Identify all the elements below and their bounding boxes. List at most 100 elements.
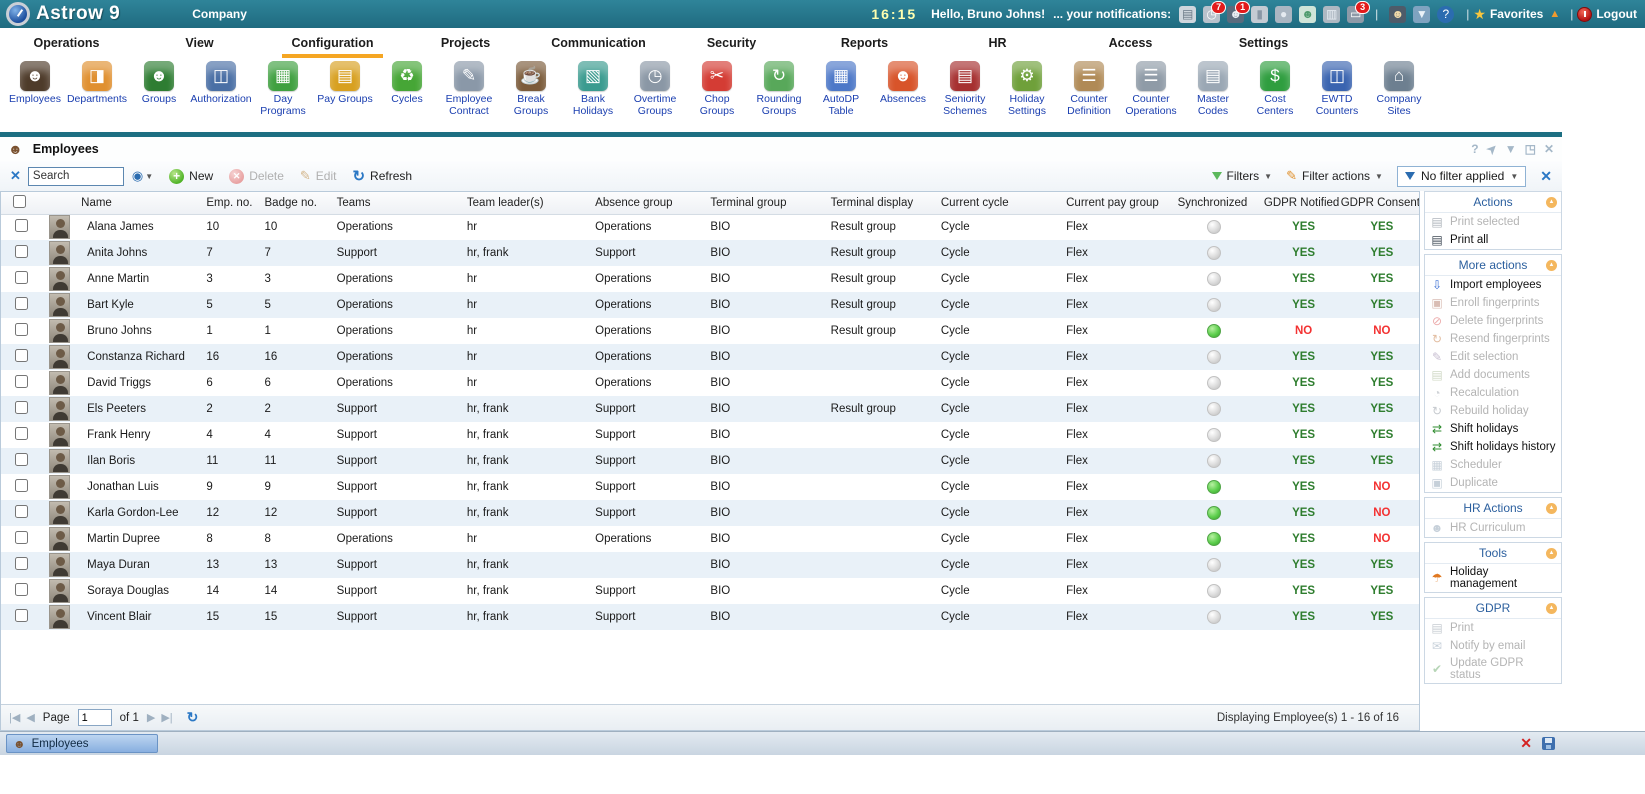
logout-button[interactable]: Logout (1596, 7, 1637, 21)
menu-tab-configuration[interactable]: Configuration (266, 28, 399, 58)
favorites-expand-icon[interactable]: ▲ (1549, 8, 1560, 20)
ribbon-item-cycles[interactable]: ♻Cycles (377, 61, 437, 132)
column-header-emp[interactable]: Emp. no. (202, 192, 260, 214)
sidebar-action-import-employees[interactable]: ⇩Import employees (1425, 276, 1561, 294)
collapse-section-icon[interactable]: ▲ (1546, 603, 1557, 614)
row-checkbox[interactable] (15, 323, 28, 336)
table-row-frank-henry[interactable]: Frank Henry44Supporthr, frankSupportBIOC… (1, 422, 1419, 448)
clock-alert-icon[interactable]: ◷7 (1203, 6, 1220, 23)
column-header-consent[interactable]: GDPR Consent (1341, 192, 1419, 214)
ribbon-item-absences[interactable]: ☻Absences (873, 61, 933, 132)
table-row-ilan-boris[interactable]: Ilan Boris1111Supporthr, frankSupportBIO… (1, 448, 1419, 474)
row-checkbox[interactable] (15, 219, 28, 232)
report-icon[interactable]: ▤ (1179, 6, 1196, 23)
ribbon-item-counter-definition[interactable]: ☰Counter Definition (1059, 61, 1119, 132)
column-header-absence[interactable]: Absence group (591, 192, 706, 214)
clear-filter-icon[interactable]: ✕ (1540, 168, 1552, 185)
filter-actions-button[interactable]: ✎ Filter actions ▼ (1286, 168, 1383, 184)
close-all-icon[interactable]: ✕ (1520, 735, 1532, 752)
ribbon-item-rounding-groups[interactable]: ↻Rounding Groups (749, 61, 809, 132)
table-row-david-triggs[interactable]: David Triggs66OperationshrOperationsBIOC… (1, 370, 1419, 396)
collapse-section-icon[interactable]: ▲ (1546, 260, 1557, 271)
ribbon-item-master-codes[interactable]: ▤Master Codes (1183, 61, 1243, 132)
row-checkbox[interactable] (15, 583, 28, 596)
ribbon-item-groups[interactable]: ☻Groups (129, 61, 189, 132)
ribbon-item-ewtd-counters[interactable]: ◫EWTD Counters (1307, 61, 1367, 132)
table-row-anita-johns[interactable]: Anita Johns77Supporthr, frankSupportBIOR… (1, 240, 1419, 266)
row-checkbox[interactable] (15, 453, 28, 466)
operator-icon[interactable]: ☻ (1389, 6, 1406, 23)
menu-tab-projects[interactable]: Projects (399, 28, 532, 58)
search-scope-icon[interactable]: ◉ (132, 168, 143, 184)
column-header-badge[interactable]: Badge no. (261, 192, 333, 214)
recycle-bin-icon[interactable]: ▼ (1413, 6, 1430, 23)
row-checkbox[interactable] (15, 349, 28, 362)
filters-button[interactable]: Filters ▼ (1212, 169, 1273, 183)
ribbon-item-employees[interactable]: ☻Employees (5, 61, 65, 132)
sidebar-action-shift-holidays-history[interactable]: ⇄Shift holidays history (1425, 438, 1561, 456)
row-checkbox[interactable] (15, 297, 28, 310)
sidebar-action-holiday-management[interactable]: ☂Holiday management (1425, 564, 1561, 592)
ribbon-item-counter-operations[interactable]: ☰Counter Operations (1121, 61, 1181, 132)
ribbon-item-seniority-schemes[interactable]: ▤Seniority Schemes (935, 61, 995, 132)
refresh-button[interactable]: ↻ Refresh (352, 167, 412, 185)
select-all-header[interactable] (1, 192, 37, 214)
column-header-notified[interactable]: GDPR Notified (1263, 192, 1341, 214)
ribbon-item-cost-centers[interactable]: $Cost Centers (1245, 61, 1305, 132)
column-header-name[interactable]: Name (77, 192, 202, 214)
menu-tab-access[interactable]: Access (1064, 28, 1197, 58)
server-icon[interactable]: ▥ (1323, 6, 1340, 23)
message-icon[interactable]: ● (1275, 6, 1292, 23)
visitors-icon[interactable]: ☻ (1299, 6, 1316, 23)
search-input[interactable] (28, 167, 124, 186)
table-row-els-peeters[interactable]: Els Peeters22Supporthr, frankSupportBIOR… (1, 396, 1419, 422)
menu-tab-reports[interactable]: Reports (798, 28, 931, 58)
collapse-section-icon[interactable]: ▲ (1546, 548, 1557, 559)
search-scope-caret-icon[interactable]: ▼ (145, 172, 153, 181)
table-row-karla-gordon-lee[interactable]: Karla Gordon-Lee1212Supporthr, frankSupp… (1, 500, 1419, 526)
menu-tab-communication[interactable]: Communication (532, 28, 665, 58)
row-checkbox[interactable] (15, 505, 28, 518)
pin-icon[interactable]: ➤ (1483, 140, 1500, 157)
row-checkbox[interactable] (15, 271, 28, 284)
table-row-vincent-blair[interactable]: Vincent Blair1515Supporthr, frankSupport… (1, 604, 1419, 630)
table-row-anne-martin[interactable]: Anne Martin33OperationshrOperationsBIORe… (1, 266, 1419, 292)
menu-tab-hr[interactable]: HR (931, 28, 1064, 58)
collapse-section-icon[interactable]: ▲ (1546, 503, 1557, 514)
table-row-constanza-richard[interactable]: Constanza Richard1616OperationshrOperati… (1, 344, 1419, 370)
restore-icon[interactable]: ◳ (1525, 142, 1536, 156)
ribbon-item-autodp-table[interactable]: ▦AutoDP Table (811, 61, 871, 132)
table-row-bart-kyle[interactable]: Bart Kyle55OperationshrOperationsBIOResu… (1, 292, 1419, 318)
save-layout-icon[interactable] (1542, 737, 1555, 750)
ribbon-item-chop-groups[interactable]: ✂Chop Groups (687, 61, 747, 132)
select-all-checkbox[interactable] (13, 195, 26, 208)
terminal-alert-icon[interactable]: ▭3 (1347, 6, 1364, 23)
column-header-teams[interactable]: Teams (333, 192, 463, 214)
ribbon-item-overtime-groups[interactable]: ◷Overtime Groups (625, 61, 685, 132)
table-row-alana-james[interactable]: Alana James1010OperationshrOperationsBIO… (1, 214, 1419, 240)
ribbon-item-employee-contract[interactable]: ✎Employee Contract (439, 61, 499, 132)
row-checkbox[interactable] (15, 427, 28, 440)
new-button[interactable]: + New (169, 169, 213, 184)
user-alert-icon[interactable]: ☻1 (1227, 6, 1244, 23)
sidebar-action-print-all[interactable]: ▤Print all (1425, 231, 1561, 249)
row-checkbox[interactable] (15, 609, 28, 622)
ribbon-item-pay-groups[interactable]: ▤Pay Groups (315, 61, 375, 132)
ribbon-item-bank-holidays[interactable]: ▧Bank Holidays (563, 61, 623, 132)
battery-icon[interactable]: ▮ (1251, 6, 1268, 23)
ribbon-item-holiday-settings[interactable]: ⚙Holiday Settings (997, 61, 1057, 132)
table-row-jonathan-luis[interactable]: Jonathan Luis99Supporthr, frankSupportBI… (1, 474, 1419, 500)
table-row-martin-dupree[interactable]: Martin Dupree88OperationshrOperationsBIO… (1, 526, 1419, 552)
row-checkbox[interactable] (15, 375, 28, 388)
column-header-leaders[interactable]: Team leader(s) (463, 192, 591, 214)
grid-refresh-icon[interactable]: ↻ (187, 709, 199, 726)
menu-tab-settings[interactable]: Settings (1197, 28, 1330, 58)
table-row-bruno-johns[interactable]: Bruno Johns11OperationshrOperationsBIORe… (1, 318, 1419, 344)
menu-tab-view[interactable]: View (133, 28, 266, 58)
ribbon-item-day-programs[interactable]: ▦Day Programs (253, 61, 313, 132)
menu-tab-operations[interactable]: Operations (0, 28, 133, 58)
row-checkbox[interactable] (15, 531, 28, 544)
column-header-cycle[interactable]: Current cycle (937, 192, 1062, 214)
ribbon-item-break-groups[interactable]: ☕Break Groups (501, 61, 561, 132)
sidebar-action-shift-holidays[interactable]: ⇄Shift holidays (1425, 420, 1561, 438)
